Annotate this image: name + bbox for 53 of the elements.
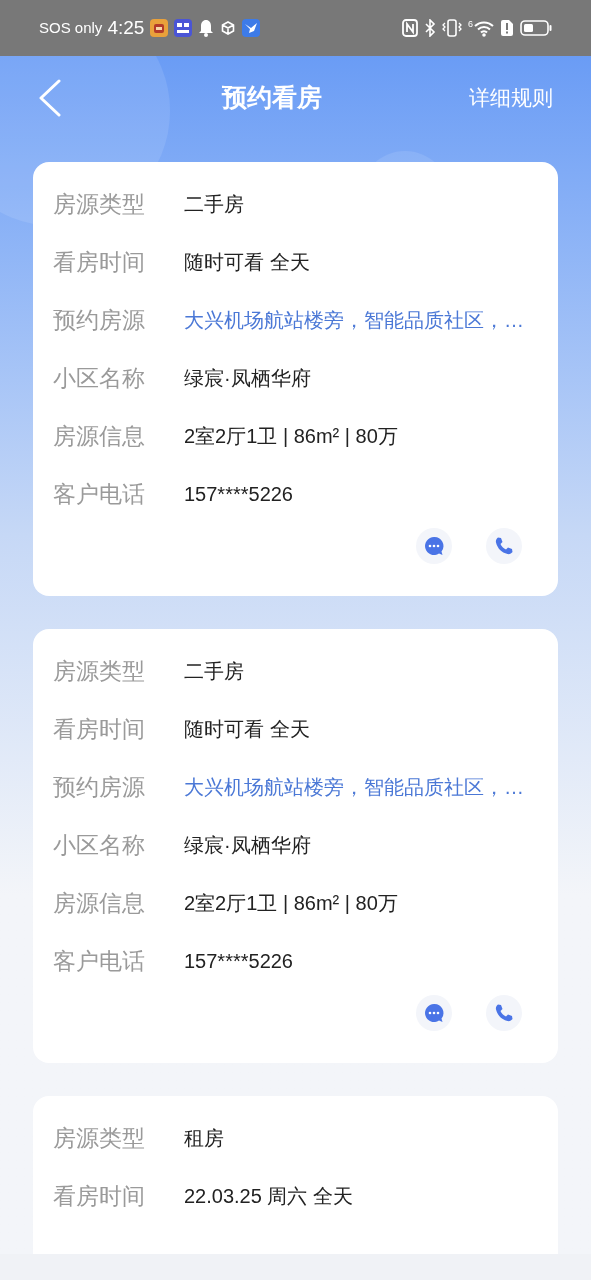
chat-button[interactable] [416,995,452,1031]
back-icon [38,79,62,117]
bird-app-icon [242,19,261,37]
field-label: 看房时间 [53,247,146,277]
bluetooth-icon [424,19,436,37]
field-value: 二手房 [184,659,244,684]
call-button[interactable] [486,995,522,1031]
field-value: 随时可看 全天 [184,250,310,275]
field-label: 客户电话 [53,946,146,976]
listing-link[interactable]: 大兴机场航站楼旁，智能品质社区，… [184,772,524,802]
carrier-text: SOS only [39,17,103,38]
field-value: 22.03.25 周六 全天 [184,1184,353,1209]
field-label: 小区名称 [53,363,146,393]
field-label: 小区名称 [53,830,146,860]
field-value: 157****5226 [184,482,293,507]
cube-icon [220,20,237,36]
field-label: 客户电话 [53,479,146,509]
nfc-icon [402,19,418,37]
field-value: 随时可看 全天 [184,717,310,742]
chat-button[interactable] [416,528,452,564]
signal-label: 6 [468,19,473,29]
battery-icon [520,19,552,37]
clock-time: 4:25 [107,15,145,40]
field-label: 看房时间 [53,1181,146,1211]
sim-alert-icon [500,19,514,37]
field-label: 看房时间 [53,714,146,744]
app-icon [174,19,193,37]
chat-icon [424,536,444,556]
field-value: 绿宸·凤栖华府 [184,366,311,391]
page-title: 预约看房 [220,82,323,114]
field-value: 二手房 [184,192,244,217]
field-value: 绿宸·凤栖华府 [184,833,311,858]
field-label: 预约房源 [53,772,146,802]
rules-link[interactable]: 详细规则 [469,82,553,114]
app-icon [150,19,169,37]
field-value: 157****5226 [184,949,293,974]
field-value: 租房 [184,1126,224,1151]
field-value: 2室2厅1卫 | 86m² | 80万 [184,891,398,916]
listing-link[interactable]: 大兴机场航站楼旁，智能品质社区，… [184,305,524,335]
field-label: 房源信息 [53,888,146,918]
field-label: 房源信息 [53,421,146,451]
field-label: 房源类型 [53,656,146,686]
field-label: 房源类型 [53,189,146,219]
wifi-icon [474,19,494,37]
phone-icon [494,1003,514,1023]
phone-icon [494,536,514,556]
field-label: 预约房源 [53,305,146,335]
field-value: 2室2厅1卫 | 86m² | 80万 [184,424,398,449]
call-button[interactable] [486,528,522,564]
vibrate-icon [442,19,462,37]
chat-icon [424,1003,444,1023]
field-label: 房源类型 [53,1123,146,1153]
bell-icon [198,19,215,37]
